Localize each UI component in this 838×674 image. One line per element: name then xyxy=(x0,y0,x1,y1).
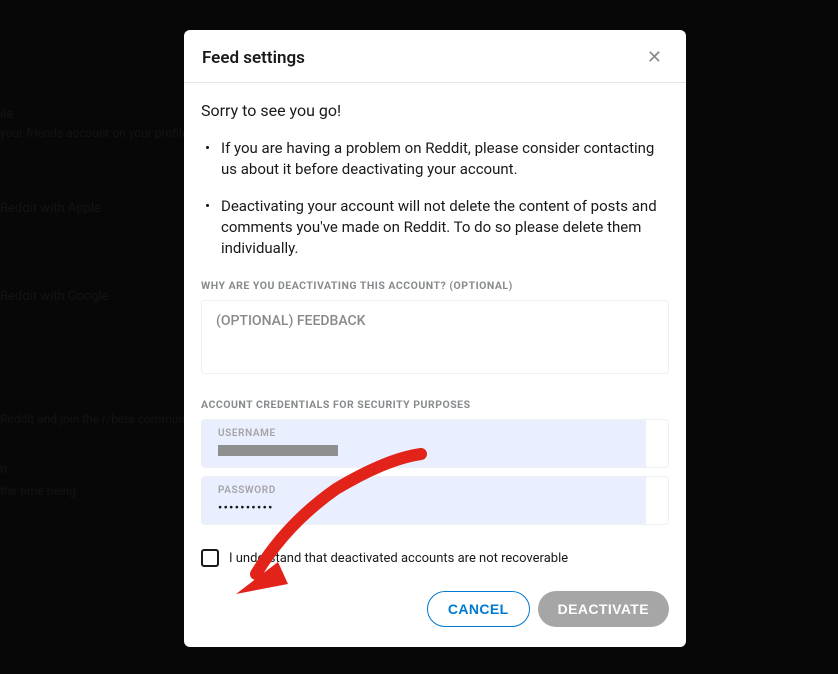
modal-body: Sorry to see you go! If you are having a… xyxy=(184,83,686,647)
username-value xyxy=(218,443,630,457)
button-row: CANCEL DEACTIVATE xyxy=(201,591,669,627)
username-redacted xyxy=(218,445,338,456)
close-icon[interactable]: ✕ xyxy=(647,47,662,68)
feedback-textarea[interactable] xyxy=(201,300,669,374)
password-label: PASSWORD xyxy=(218,485,630,496)
understand-checkbox[interactable] xyxy=(201,549,219,567)
field-right-space xyxy=(646,420,668,467)
field-right-space xyxy=(646,477,668,524)
info-bullet: If you are having a problem on Reddit, p… xyxy=(201,138,669,180)
password-value: •••••••••• xyxy=(218,500,630,514)
username-label: USERNAME xyxy=(218,428,630,439)
info-bullet: Deactivating your account will not delet… xyxy=(201,196,669,259)
understand-checkbox-row[interactable]: I understand that deactivated accounts a… xyxy=(201,549,669,567)
deactivate-button[interactable]: DEACTIVATE xyxy=(538,591,669,627)
checkbox-label: I understand that deactivated accounts a… xyxy=(229,551,568,566)
modal-header: Feed settings ✕ xyxy=(184,30,686,83)
password-field[interactable]: PASSWORD •••••••••• xyxy=(201,476,669,525)
cancel-button[interactable]: CANCEL xyxy=(427,591,530,627)
feed-settings-modal: Feed settings ✕ Sorry to see you go! If … xyxy=(184,30,686,647)
credentials-label: ACCOUNT CREDENTIALS FOR SECURITY PURPOSE… xyxy=(201,398,669,411)
sorry-heading: Sorry to see you go! xyxy=(201,101,669,120)
password-dots: •••••••••• xyxy=(218,501,274,514)
why-label: WHY ARE YOU DEACTIVATING THIS ACCOUNT? (… xyxy=(201,279,669,292)
modal-title: Feed settings xyxy=(202,48,305,68)
username-field[interactable]: USERNAME xyxy=(201,419,669,468)
info-list: If you are having a problem on Reddit, p… xyxy=(201,138,669,259)
